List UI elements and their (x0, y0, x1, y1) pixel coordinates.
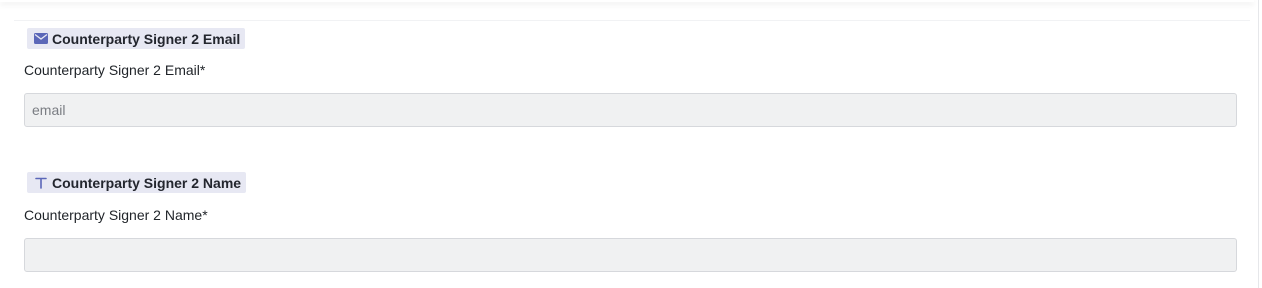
field-tag-label: Counterparty Signer 2 Email (52, 30, 241, 47)
text-type-icon (34, 176, 48, 190)
section-divider (14, 20, 1250, 21)
field-type-tag: Counterparty Signer 2 Email (27, 28, 246, 49)
field-type-tag: Counterparty Signer 2 Name (27, 172, 247, 193)
email-field-group: Counterparty Signer 2 Email Counterparty… (24, 28, 1237, 127)
header-shadow (0, 0, 1254, 2)
email-icon (34, 32, 48, 46)
scrollbar-track[interactable] (1258, 0, 1259, 288)
name-field-group: Counterparty Signer 2 Name Counterparty … (24, 172, 1237, 272)
name-field-label: Counterparty Signer 2 Name* (24, 206, 208, 223)
email-input[interactable] (24, 93, 1237, 127)
field-tag-label: Counterparty Signer 2 Name (52, 174, 242, 191)
name-input[interactable] (24, 237, 1237, 272)
email-field-label: Counterparty Signer 2 Email* (24, 62, 206, 78)
